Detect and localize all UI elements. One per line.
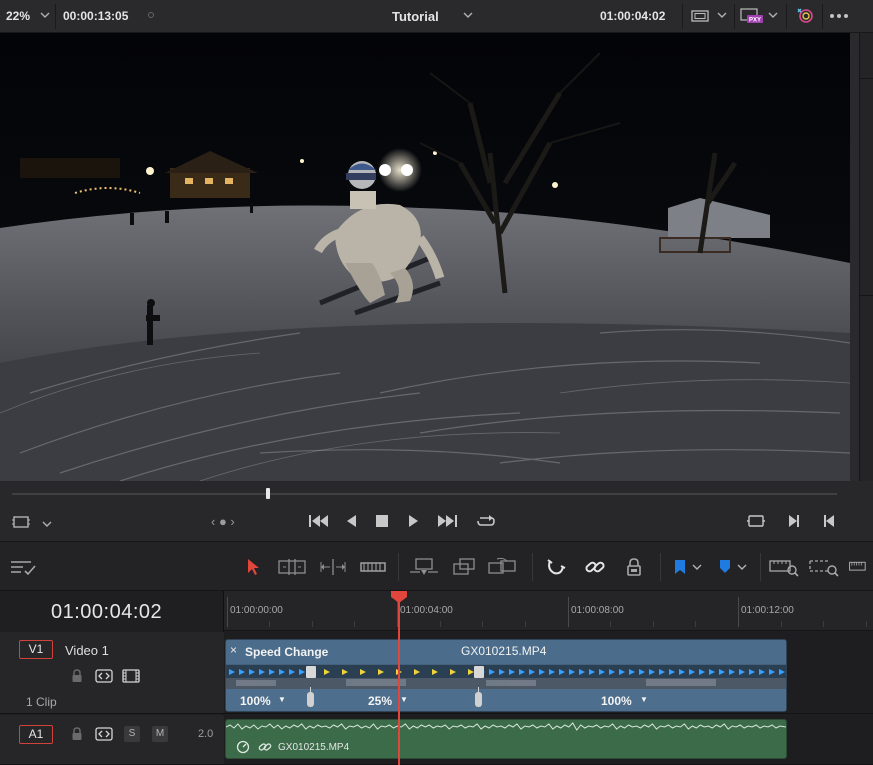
snapping-icon[interactable] [543,556,569,578]
scrubber-track[interactable] [12,493,837,495]
play-icon[interactable] [408,514,420,530]
timeline-timecode[interactable]: 01:00:04:02 [51,601,162,624]
svg-text:PXY: PXY [749,18,761,24]
playhead[interactable] [398,591,400,765]
overwrite-clip-icon[interactable] [450,556,478,578]
audio-speed-icon[interactable] [236,740,250,757]
linked-clip-icon [258,740,272,757]
ruler-label: 01:00:08:00 [571,605,624,616]
lock-track-icon[interactable] [70,669,84,683]
mute-button[interactable]: M [152,726,168,742]
solo-button[interactable]: S [124,726,140,742]
playhead-handle[interactable] [391,591,407,603]
safe-area-icon[interactable] [12,515,30,531]
viewer-options-dot-icon[interactable] [148,12,154,18]
enable-track-icon[interactable] [122,669,140,683]
proxy-icon[interactable]: PXY [740,6,764,26]
record-timecode[interactable]: 01:00:04:02 [600,9,665,23]
chevron-down-icon[interactable] [717,10,727,23]
audio-channel-format: 2.0 [198,728,214,740]
auto-select-icon[interactable] [95,727,113,741]
timeline-view-options-icon[interactable] [8,556,38,578]
viewer-size-icon[interactable] [690,6,710,26]
chevron-down-icon[interactable] [735,556,749,578]
linked-selection-icon[interactable] [582,556,608,578]
audio-clip-filename: GX010215.MP4 [278,742,350,753]
ruler-label: 01:00:00:00 [230,605,283,616]
speed-segment-label[interactable]: 100% [240,694,271,708]
zoom-detail-icon[interactable] [808,556,840,578]
lock-track-icon[interactable] [70,727,84,741]
track-tag-v1[interactable]: V1 [19,640,53,659]
chevron-down-icon[interactable] [768,10,778,23]
insert-clip-icon[interactable] [408,556,440,578]
go-to-start-icon[interactable] [308,514,330,530]
chevron-down-icon[interactable] [690,556,704,578]
trim-edit-icon[interactable] [277,556,307,578]
audio-waveform [226,722,786,731]
source-timecode[interactable]: 00:00:13:05 [63,9,128,23]
timeline-name[interactable]: Tutorial [392,9,439,24]
clip-header: × Speed Change GX010215.MP4 [226,640,786,664]
ruler-label: 01:00:04:00 [400,605,453,616]
auto-select-icon[interactable] [95,669,113,683]
speed-point-handle[interactable] [475,692,482,707]
video-frame-skier [0,33,850,481]
viewer-side-panel [850,33,873,481]
play-reverse-icon[interactable] [345,514,357,530]
chevron-down-icon[interactable]: ▼ [278,695,286,704]
flag-icon[interactable] [670,556,690,578]
audio-track-header: A1 S M 2.0 [0,715,224,765]
marker-icon[interactable] [715,556,735,578]
chevron-down-icon[interactable]: ▼ [640,695,648,704]
track-tag-a1[interactable]: A1 [19,725,53,744]
replace-clip-icon[interactable] [487,556,519,578]
transport-controls: ‹ ● › [0,481,873,541]
clip-filename: GX010215.MP4 [461,644,547,658]
speed-segment-label[interactable]: 25% [368,694,392,708]
go-to-end-icon[interactable] [437,514,459,530]
timeline-ruler[interactable]: 01:00:00:00 01:00:04:00 01:00:08:00 01:0… [224,591,873,631]
audio-clip[interactable]: GX010215.MP4 [225,719,787,759]
dynamic-trim-icon[interactable] [318,556,348,578]
position-lock-icon[interactable] [622,556,646,578]
speed-point-handle[interactable] [307,692,314,707]
next-clip-icon[interactable] [787,514,801,530]
timeline-panel: 01:00:04:02 01:00:00:00 01:00:04:00 01:0… [0,591,873,765]
zoom-full-icon[interactable] [768,556,800,578]
speed-segment-label[interactable]: 100% [601,694,632,708]
scrubber-handle[interactable] [266,488,270,499]
video-viewer[interactable] [0,33,850,481]
clip-count: 1 Clip [26,695,57,709]
more-options-icon[interactable] [828,6,850,26]
previous-clip-icon[interactable] [822,514,836,530]
jog-control[interactable]: ‹ ● › [211,515,235,529]
speed-segments: 100% ▼ 25% ▼ 100% ▼ [226,687,786,711]
video-clip[interactable]: × Speed Change GX010215.MP4 100% ▼ 25% ▼… [225,639,787,712]
chevron-down-icon[interactable]: ▼ [400,695,408,704]
color-wheel-icon[interactable] [794,6,816,26]
speed-change-label: Speed Change [245,645,329,659]
zoom-level[interactable]: 22% [6,9,30,23]
video-track-header: V1 Video 1 1 Clip [0,632,224,714]
chevron-down-icon[interactable] [40,10,50,23]
loop-icon[interactable] [476,514,496,530]
selection-tool-icon[interactable] [243,556,263,578]
speed-change-strip[interactable] [226,665,786,689]
track-name[interactable]: Video 1 [65,643,109,658]
match-frame-icon[interactable] [746,514,766,530]
close-speed-change-icon[interactable]: × [230,643,237,657]
chevron-down-icon[interactable] [463,10,473,23]
chevron-down-icon[interactable] [42,517,52,531]
stop-icon[interactable] [376,514,389,530]
ruler-label: 01:00:12:00 [741,605,794,616]
timeline-toolbar [0,541,873,591]
viewer-header-bar: 22% 00:00:13:05 Tutorial 01:00:04:02 PXY [0,0,873,33]
blade-icon[interactable] [358,556,388,578]
zoom-custom-icon[interactable] [848,556,873,578]
